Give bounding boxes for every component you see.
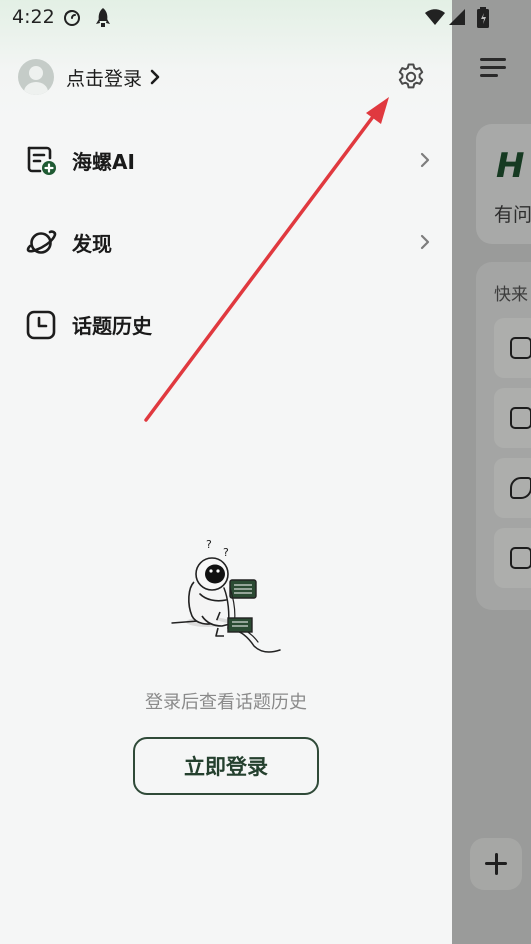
rocket-icon	[96, 8, 110, 27]
navigation-drawer: 点击登录 海螺AI 发现 话题历史 ? ? 登录后查看话题历史 立即登录	[0, 0, 452, 944]
menu-item-hailuo-ai[interactable]: 海螺AI	[24, 140, 434, 180]
quick-tile-image[interactable]	[494, 528, 531, 588]
chevron-right-icon	[420, 152, 430, 168]
app-logo-fragment: H	[496, 146, 524, 186]
signal-icon	[449, 9, 465, 25]
default-avatar-icon[interactable]	[18, 59, 54, 95]
chat-icon	[510, 407, 531, 429]
notification-swirl-icon	[64, 10, 80, 26]
add-button[interactable]	[470, 838, 522, 890]
quick-tile-leaf[interactable]	[494, 458, 531, 518]
menu-item-label: 话题历史	[72, 313, 152, 338]
menu-item-discover[interactable]: 发现	[24, 222, 434, 262]
svg-text:?: ?	[206, 538, 212, 551]
menu-item-topic-history[interactable]: 话题历史	[24, 304, 434, 344]
chat-plus-icon	[24, 143, 58, 177]
leaf-icon	[510, 477, 531, 499]
chevron-right-icon	[420, 234, 430, 250]
quick-tile-chat[interactable]	[494, 388, 531, 448]
status-time: 4:22	[12, 6, 55, 28]
menu-item-label: 海螺AI	[72, 149, 135, 174]
astronaut-reading-illustration: ? ?	[171, 538, 281, 653]
empty-history-message: 登录后查看话题历史	[145, 692, 307, 713]
welcome-subtitle-fragment: 有问	[494, 204, 531, 226]
battery-icon	[477, 7, 489, 28]
chevron-right-icon	[150, 69, 160, 85]
clock-icon	[24, 307, 58, 341]
image-icon	[510, 547, 531, 569]
hamburger-menu-icon[interactable]	[480, 56, 506, 80]
quick-start-label-fragment: 快来	[494, 285, 528, 305]
menu-item-label: 发现	[72, 231, 112, 256]
video-icon	[510, 337, 531, 359]
login-now-button[interactable]: 立即登录	[133, 737, 319, 795]
planet-icon	[24, 225, 58, 259]
status-bar: 4:22	[0, 0, 531, 36]
quick-tile-video[interactable]	[494, 318, 531, 378]
wifi-icon	[425, 9, 445, 25]
login-prompt[interactable]: 点击登录	[66, 64, 142, 91]
login-row[interactable]: 点击登录	[18, 58, 160, 96]
svg-text:?: ?	[223, 546, 229, 559]
gear-icon[interactable]	[395, 61, 427, 93]
